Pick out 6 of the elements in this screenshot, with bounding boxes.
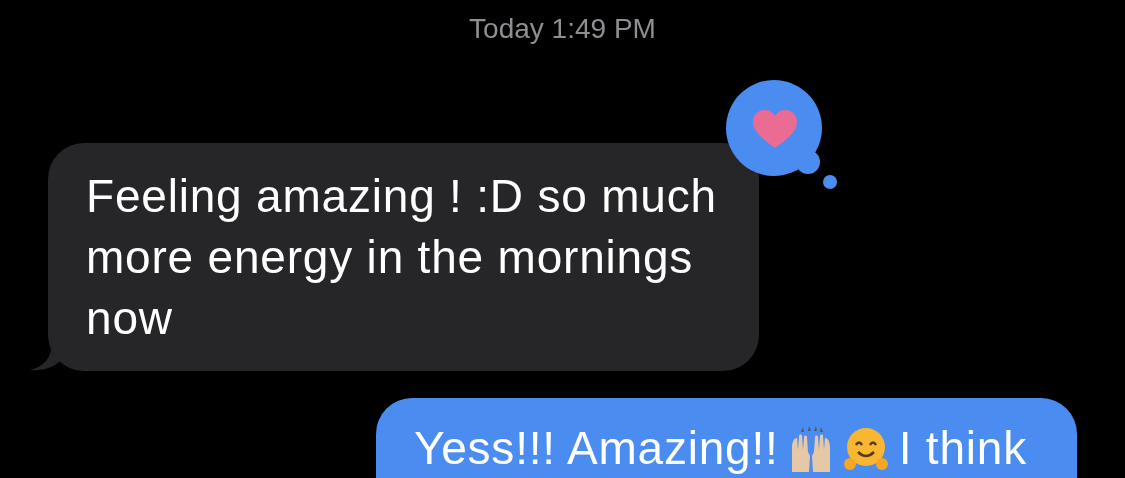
message-text: I think — [898, 421, 1027, 476]
timestamp: Today 1:49 PM — [469, 12, 656, 46]
received-message-bubble[interactable]: Feeling amazing ! :D so much more energy in the mornings now — [48, 143, 759, 371]
heart-reaction-icon[interactable] — [723, 78, 840, 192]
hugging-face-icon — [842, 425, 889, 472]
message-text: Yess!!! Amazing!! — [413, 421, 779, 476]
